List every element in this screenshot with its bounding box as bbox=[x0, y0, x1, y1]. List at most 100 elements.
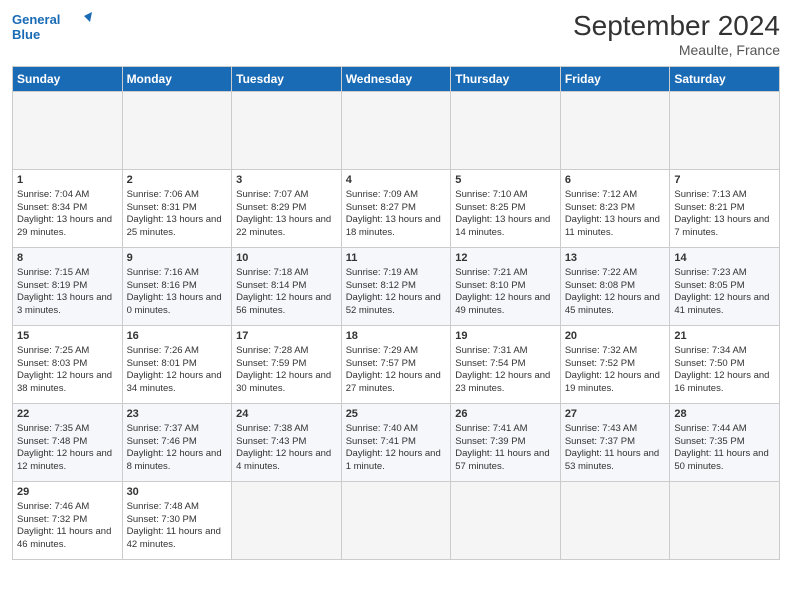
title-block: September 2024 Meaulte, France bbox=[573, 10, 780, 58]
sunrise-text: Sunrise: 7:16 AM bbox=[127, 267, 228, 280]
sunrise-text: Sunrise: 7:13 AM bbox=[674, 189, 775, 202]
sunrise-text: Sunrise: 7:38 AM bbox=[236, 423, 337, 436]
table-row bbox=[670, 482, 780, 560]
table-row: 4Sunrise: 7:09 AMSunset: 8:27 PMDaylight… bbox=[341, 170, 451, 248]
sunrise-text: Sunrise: 7:34 AM bbox=[674, 345, 775, 358]
daylight-text: Daylight: 12 hours and 41 minutes. bbox=[674, 292, 775, 318]
daylight-text: Daylight: 13 hours and 7 minutes. bbox=[674, 214, 775, 240]
daylight-text: Daylight: 13 hours and 22 minutes. bbox=[236, 214, 337, 240]
sunrise-text: Sunrise: 7:44 AM bbox=[674, 423, 775, 436]
sunrise-text: Sunrise: 7:10 AM bbox=[455, 189, 556, 202]
table-row: 3Sunrise: 7:07 AMSunset: 8:29 PMDaylight… bbox=[232, 170, 342, 248]
day-number: 12 bbox=[455, 251, 556, 266]
sunset-text: Sunset: 7:57 PM bbox=[346, 358, 447, 371]
day-number: 16 bbox=[127, 329, 228, 344]
sunset-text: Sunset: 7:30 PM bbox=[127, 514, 228, 527]
table-row: 15Sunrise: 7:25 AMSunset: 8:03 PMDayligh… bbox=[13, 326, 123, 404]
daylight-text: Daylight: 12 hours and 52 minutes. bbox=[346, 292, 447, 318]
daylight-text: Daylight: 11 hours and 46 minutes. bbox=[17, 526, 118, 552]
table-row: 1Sunrise: 7:04 AMSunset: 8:34 PMDaylight… bbox=[13, 170, 123, 248]
day-number: 6 bbox=[565, 173, 666, 188]
daylight-text: Daylight: 13 hours and 18 minutes. bbox=[346, 214, 447, 240]
table-row: 11Sunrise: 7:19 AMSunset: 8:12 PMDayligh… bbox=[341, 248, 451, 326]
sunset-text: Sunset: 7:43 PM bbox=[236, 436, 337, 449]
daylight-text: Daylight: 11 hours and 53 minutes. bbox=[565, 448, 666, 474]
sunrise-text: Sunrise: 7:37 AM bbox=[127, 423, 228, 436]
sunset-text: Sunset: 7:59 PM bbox=[236, 358, 337, 371]
sunrise-text: Sunrise: 7:06 AM bbox=[127, 189, 228, 202]
table-row bbox=[13, 92, 123, 170]
sunset-text: Sunset: 8:21 PM bbox=[674, 202, 775, 215]
col-wednesday: Wednesday bbox=[341, 67, 451, 92]
logo-svg: General Blue bbox=[12, 10, 92, 46]
sunset-text: Sunset: 7:39 PM bbox=[455, 436, 556, 449]
sunrise-text: Sunrise: 7:18 AM bbox=[236, 267, 337, 280]
svg-text:General: General bbox=[12, 12, 60, 27]
sunrise-text: Sunrise: 7:12 AM bbox=[565, 189, 666, 202]
daylight-text: Daylight: 12 hours and 34 minutes. bbox=[127, 370, 228, 396]
daylight-text: Daylight: 12 hours and 30 minutes. bbox=[236, 370, 337, 396]
sunset-text: Sunset: 8:16 PM bbox=[127, 280, 228, 293]
day-number: 20 bbox=[565, 329, 666, 344]
day-number: 29 bbox=[17, 485, 118, 500]
col-tuesday: Tuesday bbox=[232, 67, 342, 92]
day-number: 27 bbox=[565, 407, 666, 422]
day-number: 15 bbox=[17, 329, 118, 344]
table-row bbox=[670, 92, 780, 170]
table-row bbox=[341, 92, 451, 170]
calendar-week-1: 1Sunrise: 7:04 AMSunset: 8:34 PMDaylight… bbox=[13, 170, 780, 248]
sunset-text: Sunset: 8:03 PM bbox=[17, 358, 118, 371]
sunrise-text: Sunrise: 7:21 AM bbox=[455, 267, 556, 280]
table-row bbox=[451, 482, 561, 560]
sunset-text: Sunset: 8:25 PM bbox=[455, 202, 556, 215]
page: General Blue September 2024 Meaulte, Fra… bbox=[0, 0, 792, 612]
day-number: 17 bbox=[236, 329, 337, 344]
month-title: September 2024 bbox=[573, 10, 780, 42]
table-row: 21Sunrise: 7:34 AMSunset: 7:50 PMDayligh… bbox=[670, 326, 780, 404]
daylight-text: Daylight: 12 hours and 23 minutes. bbox=[455, 370, 556, 396]
daylight-text: Daylight: 12 hours and 8 minutes. bbox=[127, 448, 228, 474]
day-number: 7 bbox=[674, 173, 775, 188]
sunrise-text: Sunrise: 7:31 AM bbox=[455, 345, 556, 358]
day-number: 25 bbox=[346, 407, 447, 422]
sunrise-text: Sunrise: 7:15 AM bbox=[17, 267, 118, 280]
sunset-text: Sunset: 8:14 PM bbox=[236, 280, 337, 293]
sunset-text: Sunset: 7:48 PM bbox=[17, 436, 118, 449]
header: General Blue September 2024 Meaulte, Fra… bbox=[12, 10, 780, 58]
table-row: 27Sunrise: 7:43 AMSunset: 7:37 PMDayligh… bbox=[560, 404, 670, 482]
sunrise-text: Sunrise: 7:07 AM bbox=[236, 189, 337, 202]
daylight-text: Daylight: 11 hours and 42 minutes. bbox=[127, 526, 228, 552]
day-number: 24 bbox=[236, 407, 337, 422]
calendar-week-2: 8Sunrise: 7:15 AMSunset: 8:19 PMDaylight… bbox=[13, 248, 780, 326]
day-number: 9 bbox=[127, 251, 228, 266]
table-row bbox=[341, 482, 451, 560]
sunset-text: Sunset: 8:12 PM bbox=[346, 280, 447, 293]
daylight-text: Daylight: 12 hours and 16 minutes. bbox=[674, 370, 775, 396]
table-row: 26Sunrise: 7:41 AMSunset: 7:39 PMDayligh… bbox=[451, 404, 561, 482]
daylight-text: Daylight: 13 hours and 0 minutes. bbox=[127, 292, 228, 318]
table-row: 5Sunrise: 7:10 AMSunset: 8:25 PMDaylight… bbox=[451, 170, 561, 248]
sunset-text: Sunset: 7:46 PM bbox=[127, 436, 228, 449]
location: Meaulte, France bbox=[573, 42, 780, 58]
table-row: 20Sunrise: 7:32 AMSunset: 7:52 PMDayligh… bbox=[560, 326, 670, 404]
col-sunday: Sunday bbox=[13, 67, 123, 92]
day-number: 23 bbox=[127, 407, 228, 422]
daylight-text: Daylight: 13 hours and 14 minutes. bbox=[455, 214, 556, 240]
calendar-week-0 bbox=[13, 92, 780, 170]
daylight-text: Daylight: 12 hours and 4 minutes. bbox=[236, 448, 337, 474]
day-number: 3 bbox=[236, 173, 337, 188]
sunset-text: Sunset: 7:41 PM bbox=[346, 436, 447, 449]
col-saturday: Saturday bbox=[670, 67, 780, 92]
sunrise-text: Sunrise: 7:40 AM bbox=[346, 423, 447, 436]
day-number: 2 bbox=[127, 173, 228, 188]
daylight-text: Daylight: 12 hours and 38 minutes. bbox=[17, 370, 118, 396]
sunrise-text: Sunrise: 7:19 AM bbox=[346, 267, 447, 280]
day-number: 22 bbox=[17, 407, 118, 422]
day-number: 14 bbox=[674, 251, 775, 266]
sunset-text: Sunset: 7:37 PM bbox=[565, 436, 666, 449]
sunset-text: Sunset: 8:23 PM bbox=[565, 202, 666, 215]
sunset-text: Sunset: 8:05 PM bbox=[674, 280, 775, 293]
table-row: 24Sunrise: 7:38 AMSunset: 7:43 PMDayligh… bbox=[232, 404, 342, 482]
daylight-text: Daylight: 11 hours and 57 minutes. bbox=[455, 448, 556, 474]
day-number: 1 bbox=[17, 173, 118, 188]
